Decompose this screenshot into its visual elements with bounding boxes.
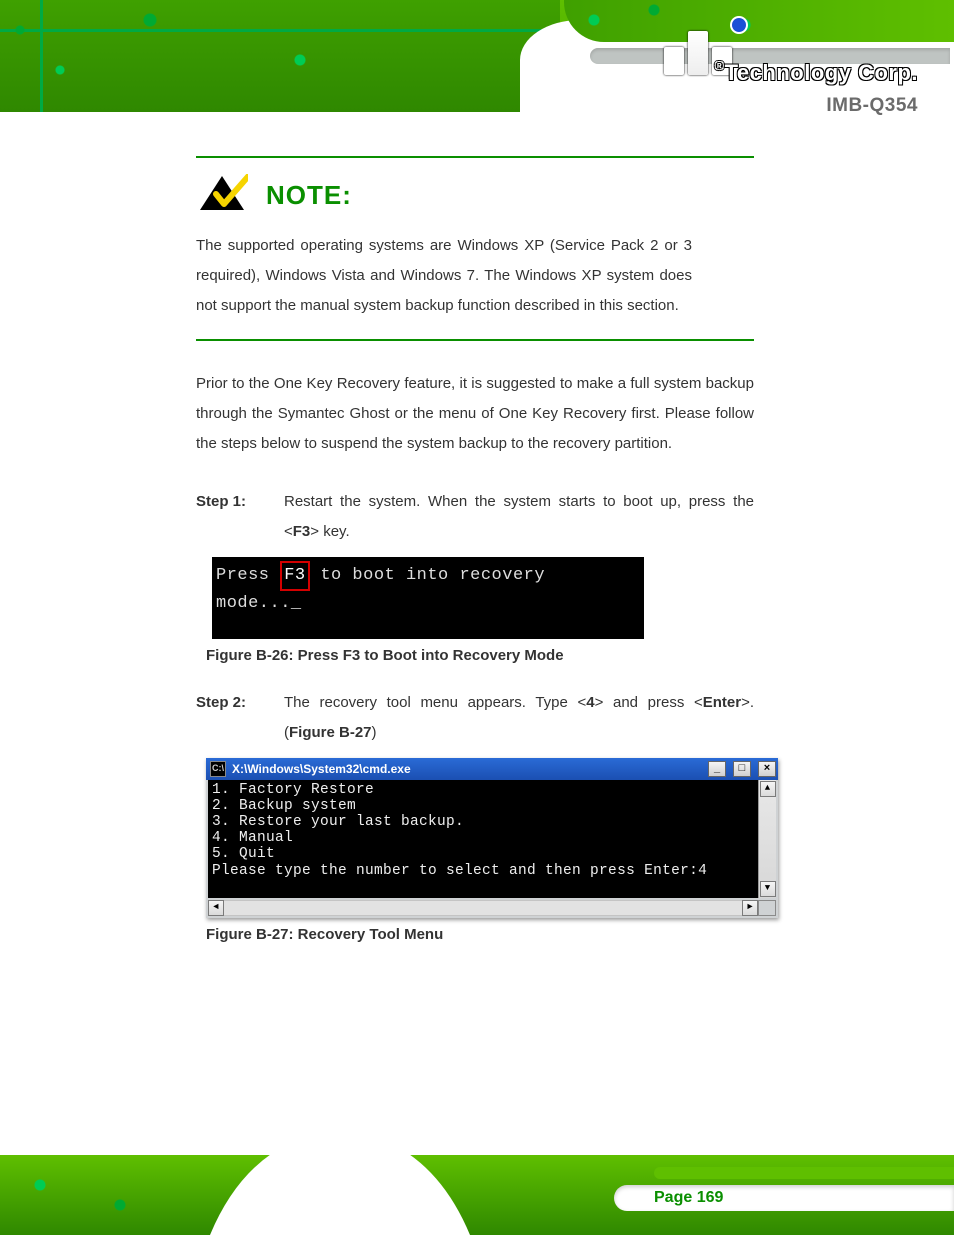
step-1: Step 1: Restart the system. When the sys… <box>196 487 754 547</box>
scroll-left-icon[interactable]: ◄ <box>208 900 224 916</box>
footer-band: Page 169 <box>0 1119 954 1235</box>
figure-dos-screenshot: Press F3 to boot into recovery mode..._ <box>212 557 644 639</box>
note-top-rule <box>196 156 754 158</box>
figure-1-caption: Figure B-26: Press F3 to Boot into Recov… <box>206 645 754 668</box>
header-pcb-right <box>564 0 954 42</box>
minimize-button[interactable]: _ <box>708 761 726 777</box>
brand-text: ®Technology Corp. <box>715 56 918 89</box>
scroll-up-icon[interactable]: ▲ <box>760 781 776 797</box>
header-band: ®Technology Corp. <box>0 0 954 112</box>
intro-paragraph: Prior to the One Key Recovery feature, i… <box>196 369 754 459</box>
step-1-body: Restart the system. When the system star… <box>284 487 754 547</box>
close-button[interactable]: × <box>758 761 776 777</box>
document-model-title: IMB-Q354 <box>826 92 918 121</box>
cmd-v-scrollbar[interactable]: ▲ ▼ <box>758 780 776 898</box>
step-1-label: Step 1: <box>196 487 272 547</box>
footer-accent-bar <box>654 1167 954 1179</box>
registered-symbol: ® <box>715 58 725 73</box>
note-icon <box>196 174 248 212</box>
figure-cmd-screenshot: C:\ X:\Windows\System32\cmd.exe _ □ × 1.… <box>206 758 778 918</box>
note-bottom-rule <box>196 339 754 341</box>
brand-name: Technology Corp. <box>725 60 918 85</box>
header-pcb-left <box>0 0 560 112</box>
note-title: NOTE: <box>266 176 352 215</box>
step-2-label: Step 2: <box>196 688 272 748</box>
scroll-right-icon[interactable]: ► <box>742 900 758 916</box>
cmd-h-scrollbar[interactable]: ◄ ► <box>206 900 778 918</box>
cmd-app-icon: C:\ <box>210 761 226 777</box>
step-1-key: F3 <box>293 523 311 540</box>
note-block: NOTE: <box>196 172 754 215</box>
scroll-down-icon[interactable]: ▼ <box>760 881 776 897</box>
step-2-body: The recovery tool menu appears. Type <4>… <box>284 688 754 748</box>
figure-2-caption: Figure B-27: Recovery Tool Menu <box>206 924 754 947</box>
step-2-key-enter: Enter <box>703 694 741 711</box>
cmd-titlebar-text: X:\Windows\System32\cmd.exe <box>232 760 701 778</box>
cmd-body: 1. Factory Restore 2. Backup system 3. R… <box>208 780 758 898</box>
footer-swoosh <box>210 1119 470 1235</box>
step-2-figure-ref: Figure B-27 <box>289 724 372 741</box>
footer-page-box: Page 169 <box>614 1185 954 1211</box>
step-2-key-4: 4 <box>586 694 594 711</box>
page-number: Page 169 <box>654 1186 723 1210</box>
page-content: NOTE: The supported operating systems ar… <box>0 112 954 946</box>
figure-dos-highlight: F3 <box>280 561 309 591</box>
maximize-button[interactable]: □ <box>733 761 751 777</box>
step-2: Step 2: The recovery tool menu appears. … <box>196 688 754 748</box>
scroll-grip <box>758 900 776 916</box>
note-body: The supported operating systems are Wind… <box>196 231 692 321</box>
scroll-h-track[interactable] <box>224 900 742 916</box>
cmd-titlebar: C:\ X:\Windows\System32\cmd.exe _ □ × <box>206 758 778 780</box>
